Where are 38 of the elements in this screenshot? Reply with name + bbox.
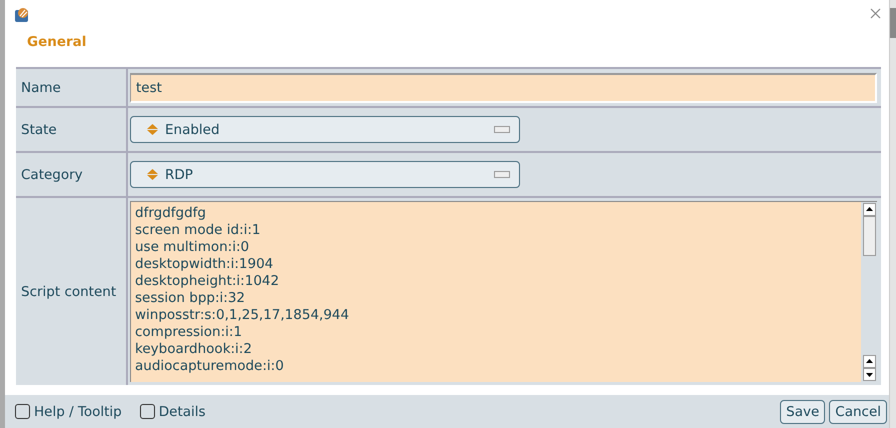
page-scrollbar[interactable] [889,0,896,428]
field-label: Category [21,166,83,182]
script-line: session bpp:i:32 [135,290,246,307]
script-line: desktopheight:i:1042 [135,273,280,290]
up-down-icon [147,169,158,180]
checkbox[interactable] [140,404,155,419]
scroll-thumb[interactable] [862,216,876,256]
checkbox-label[interactable]: Help / Tooltip [34,404,122,420]
script-line: screen mode id:i:1 [135,222,262,239]
script-line: use multimon:i:0 [135,239,250,256]
scroll-up-icon[interactable] [862,203,876,216]
field-label: State [21,122,57,138]
scrollbar[interactable] [861,202,877,382]
script-line: keyboardhook:i:2 [135,341,253,358]
scroll-thumb[interactable] [890,8,896,38]
dialog-button[interactable]: Cancel [829,400,887,424]
dropdown-handle-icon [494,171,510,178]
scroll-up-icon[interactable] [862,355,876,368]
section-title: General [26,33,88,52]
dialog-button[interactable]: Save [780,400,826,424]
script-line: dfrgdfgdfg [135,205,207,222]
checkbox-label[interactable]: Details [158,404,206,420]
script-line: audiocapturemode:i:0 [135,358,285,375]
name-field[interactable]: test [130,72,877,102]
app-logo-icon [14,7,30,23]
scroll-down-icon[interactable] [862,368,876,381]
dropdown[interactable]: RDP [130,161,520,188]
field-label: Name [21,80,61,96]
script-textarea[interactable]: dfrgdfgdfg screen mode id:i:1 use multimon:i:0 desktopwidth:i:1904 desktopheight:i:1042 session bpp:i:32 winposstr:s:0,1,25,17,1854,944 compression:i:1 keyboardhook:i:2 audiocapturemode:i:0 [130,201,877,382]
dropdown[interactable]: Enabled [130,116,520,143]
script-line: desktopwidth:i:1904 [135,256,274,273]
dropdown-handle-icon [494,126,510,133]
close-icon[interactable] [870,8,881,19]
checkbox[interactable] [15,404,30,419]
field-label: Script content [21,284,116,300]
script-line: compression:i:1 [135,324,244,341]
script-line: winposstr:s:0,1,25,17,1854,944 [135,307,350,324]
up-down-icon [147,124,158,135]
